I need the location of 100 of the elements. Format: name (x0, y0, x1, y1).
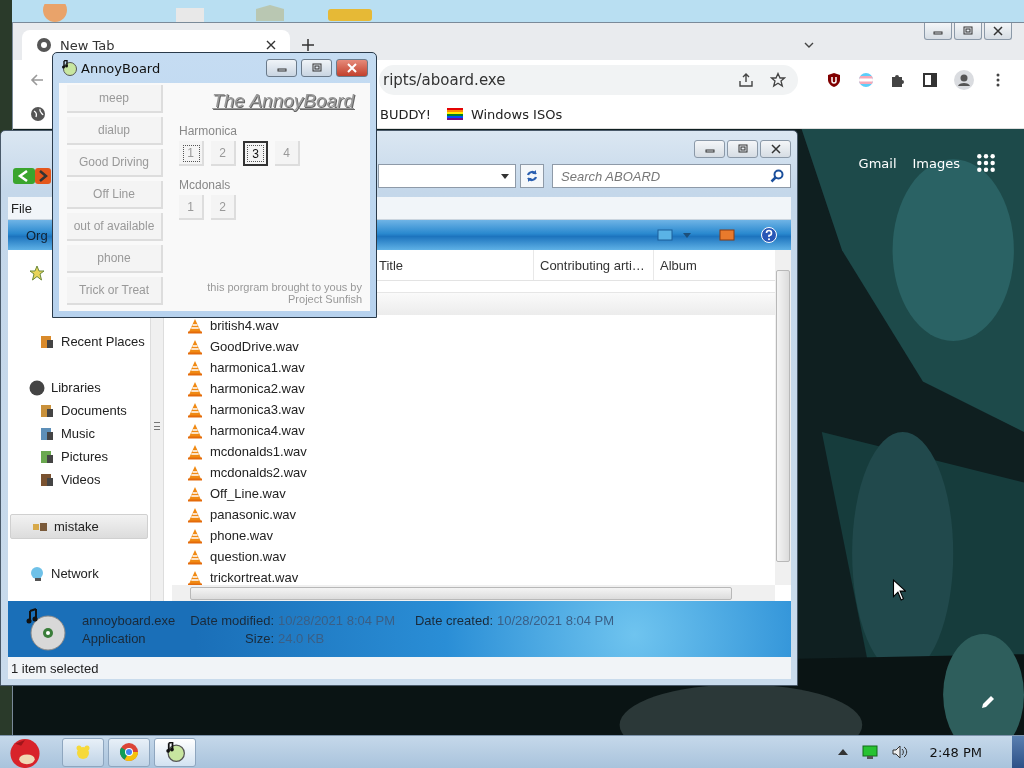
cone-icon (187, 380, 203, 397)
bookmark-link[interactable]: BUDDY! (380, 106, 431, 122)
dropdown-caret-icon[interactable] (501, 173, 509, 179)
close-button[interactable] (760, 140, 791, 158)
list-item[interactable]: panasonic.wav (187, 504, 775, 525)
search-field[interactable]: Search ABOARD (552, 164, 791, 188)
cone-icon (187, 317, 203, 334)
close-button[interactable] (984, 23, 1012, 40)
list-item[interactable]: harmonica4.wav (187, 420, 775, 441)
minimize-button[interactable] (924, 23, 952, 40)
cursor-icon (892, 579, 906, 601)
new-tab-icon[interactable] (302, 39, 314, 51)
toolbar-button[interactable]: Org (26, 227, 48, 243)
back-arrow-icon[interactable] (29, 72, 45, 88)
menu-item[interactable]: File (8, 200, 38, 216)
pencil-icon[interactable] (980, 694, 996, 710)
help-icon[interactable] (761, 227, 777, 243)
list-item[interactable]: phone.wav (187, 525, 775, 546)
nav-item[interactable]: Videos (8, 468, 150, 491)
close-icon[interactable] (266, 40, 276, 50)
network-icon (29, 565, 45, 582)
share-icon[interactable] (738, 72, 754, 88)
list-item[interactable]: harmonica3.wav (187, 399, 775, 420)
nav-item[interactable]: mistake (10, 514, 148, 539)
property-value: 24.0 KB (277, 630, 326, 646)
cone-icon (187, 443, 203, 460)
list-item[interactable]: question.wav (187, 546, 775, 567)
puzzle-icon[interactable] (890, 72, 906, 88)
maximize-icon (963, 26, 973, 36)
tray-arrow-icon[interactable] (837, 747, 848, 757)
property-value: 10/28/2021 8:04 PM (496, 612, 615, 628)
folder-icon (39, 333, 55, 350)
minimize-button[interactable] (694, 140, 725, 158)
taskbar-button[interactable] (154, 737, 196, 767)
group-label: Mcdonals (179, 178, 231, 192)
nav-item[interactable]: Libraries (8, 376, 150, 399)
close-icon (347, 63, 357, 73)
property-label: Date created: (413, 612, 494, 628)
close-button[interactable] (336, 59, 368, 77)
list-item[interactable]: trickortreat.wav (187, 567, 775, 588)
list-item[interactable]: mcdonalds2.wav (187, 462, 775, 483)
nav-item[interactable]: Pictures (8, 445, 150, 468)
folder-icon (39, 402, 55, 419)
window-title: AnnoyBoard (81, 60, 161, 76)
list-item[interactable]: Off_Line.wav (187, 483, 775, 504)
speaker-icon[interactable] (891, 744, 908, 760)
list-item[interactable]: harmonica2.wav (187, 378, 775, 399)
cone-icon (187, 422, 203, 439)
apps-grid-icon[interactable] (976, 153, 996, 173)
list-item[interactable]: GoodDrive.wav (187, 336, 775, 357)
nav-item[interactable]: Music (8, 422, 150, 445)
folder-icon (39, 448, 55, 465)
show-desktop-button[interactable] (1012, 735, 1024, 768)
status-text: 1 item selected (11, 660, 99, 676)
header-link[interactable]: Gmail (858, 155, 897, 171)
bookmark-link[interactable]: Windows ISOs (446, 106, 563, 122)
nav-item[interactable]: Documents (8, 399, 150, 422)
app-icon (61, 60, 77, 76)
column-header[interactable]: Contributing arti… (534, 250, 654, 280)
cone-icon (187, 548, 203, 565)
rainbow-flag-icon (446, 106, 463, 122)
shield-icon[interactable] (826, 72, 842, 88)
horizontal-scrollbar[interactable] (172, 585, 775, 601)
list-item[interactable]: british4.wav (187, 315, 775, 336)
sidebar-icon[interactable] (922, 72, 938, 88)
nav-item[interactable]: Network (8, 562, 150, 585)
maximize-icon (737, 144, 748, 154)
caret-icon[interactable] (804, 42, 814, 48)
property-label: Date modified: (189, 612, 275, 628)
splitter-grip[interactable] (154, 421, 160, 430)
address-field[interactable] (378, 164, 516, 188)
cone-icon (187, 401, 203, 418)
cone-icon (187, 527, 203, 544)
nav-item[interactable]: Recent Places (8, 330, 150, 353)
close-icon (770, 144, 781, 154)
header-link[interactable]: Images (912, 155, 960, 171)
globe-icon[interactable] (30, 106, 46, 122)
clock[interactable]: 2:48 PM (929, 744, 982, 760)
folder-icon (39, 425, 55, 442)
refresh-button[interactable] (520, 164, 544, 188)
app-heading: The AnnoyBoard (212, 90, 354, 112)
maximize-button[interactable] (301, 59, 332, 77)
column-header[interactable]: Album (654, 250, 775, 280)
monitor-icon[interactable] (861, 744, 878, 760)
address-bar[interactable]: ripts/aboard.exe (379, 65, 798, 95)
cone-icon (187, 506, 203, 523)
music-disc-icon (24, 607, 68, 651)
list-item[interactable]: harmonica1.wav (187, 357, 775, 378)
list-item[interactable]: mcdonalds1.wav (187, 441, 775, 462)
back-forward-icon[interactable] (13, 167, 53, 185)
star-icon[interactable] (29, 264, 45, 281)
folder-icon (39, 471, 55, 488)
number-button[interactable]: 3 (243, 141, 268, 166)
star-icon[interactable] (770, 72, 786, 88)
minimize-button[interactable] (266, 59, 297, 77)
close-icon (993, 26, 1003, 36)
file-type: Application (82, 630, 147, 646)
profile-icon[interactable] (954, 70, 974, 90)
property-label: Size: (244, 630, 275, 646)
vertical-scrollbar[interactable] (775, 250, 791, 585)
